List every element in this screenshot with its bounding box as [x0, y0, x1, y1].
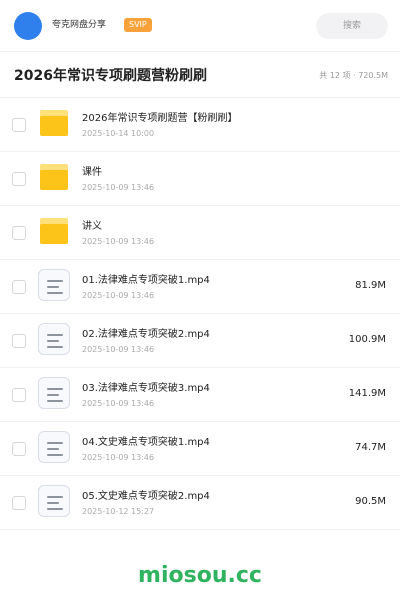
file-size: 100.9M	[348, 334, 386, 345]
checkbox[interactable]	[12, 280, 26, 294]
file-date: 2025-10-09 13:46	[82, 237, 155, 246]
search-input[interactable]: 搜索	[316, 13, 388, 39]
file-date: 2025-10-09 13:46	[82, 291, 155, 300]
file-name[interactable]: 01.法律难点专项突破1.mp4	[82, 274, 210, 287]
file-date: 2025-10-09 13:46	[82, 183, 155, 192]
file-date: 2025-10-09 13:46	[82, 399, 155, 408]
folder-title-bar: 2026年常识专项刷题营粉刷刷 共 12 项 · 720.5M	[0, 52, 400, 98]
file-name[interactable]: 05.文史难点专项突破2.mp4	[82, 490, 210, 503]
footer: miosou.cc	[0, 552, 400, 600]
file-name[interactable]: 04.文史难点专项突破1.mp4	[82, 436, 210, 449]
checkbox[interactable]	[12, 388, 26, 402]
file-date: 2025-10-09 13:46	[82, 345, 155, 354]
list-item[interactable]: 03.法律难点专项突破3.mp4 2025-10-09 13:46 141.9M	[0, 368, 400, 422]
page-title: 2026年常识专项刷题营粉刷刷	[14, 68, 207, 84]
checkbox[interactable]	[12, 334, 26, 348]
file-size: 74.7M	[355, 442, 386, 453]
checkbox[interactable]	[12, 118, 26, 132]
video-file-icon	[38, 485, 70, 517]
file-date: 2025-10-09 13:46	[82, 453, 155, 462]
list-item[interactable]: 05.文史难点专项突破2.mp4 2025-10-12 15:27 90.5M	[0, 476, 400, 530]
file-date: 2025-10-14 10:00	[82, 129, 155, 138]
list-item[interactable]: 04.文史难点专项突破1.mp4 2025-10-09 13:46 74.7M	[0, 422, 400, 476]
list-item[interactable]: 课件 2025-10-09 13:46	[0, 152, 400, 206]
list-item[interactable]: 01.法律难点专项突破1.mp4 2025-10-09 13:46 81.9M	[0, 260, 400, 314]
video-file-icon	[38, 377, 70, 409]
file-name[interactable]: 课件	[82, 166, 102, 179]
video-file-icon	[38, 269, 70, 301]
file-name[interactable]: 03.法律难点专项突破3.mp4	[82, 382, 210, 395]
sharer-name[interactable]: 夸克网盘分享	[52, 19, 106, 31]
folder-icon	[40, 110, 68, 136]
folder-icon	[40, 218, 68, 244]
file-date: 2025-10-12 15:27	[82, 507, 155, 516]
video-file-icon	[38, 323, 70, 355]
file-name[interactable]: 讲义	[82, 220, 102, 233]
video-file-icon	[38, 431, 70, 463]
file-name[interactable]: 02.法律难点专项突破2.mp4	[82, 328, 210, 341]
list-item[interactable]: 讲义 2025-10-09 13:46	[0, 206, 400, 260]
checkbox[interactable]	[12, 496, 26, 510]
list-item[interactable]: 02.法律难点专项突破2.mp4 2025-10-09 13:46 100.9M	[0, 314, 400, 368]
svip-badge: SVIP	[124, 18, 152, 32]
list-item[interactable]: 2026年常识专项刷题营【粉刷刷】 2025-10-14 10:00	[0, 98, 400, 152]
avatar[interactable]	[14, 12, 42, 40]
folder-icon	[40, 164, 68, 190]
checkbox[interactable]	[12, 442, 26, 456]
file-size: 90.5M	[355, 496, 386, 507]
item-count: 共 12 项 · 720.5M	[319, 71, 388, 80]
checkbox[interactable]	[12, 226, 26, 240]
file-name[interactable]: 2026年常识专项刷题营【粉刷刷】	[82, 112, 237, 125]
site-watermark: miosou.cc	[138, 563, 262, 588]
checkbox[interactable]	[12, 172, 26, 186]
file-size: 141.9M	[348, 388, 386, 399]
file-size: 81.9M	[355, 280, 386, 291]
share-header: 夸克网盘分享 SVIP 搜索	[0, 0, 400, 52]
